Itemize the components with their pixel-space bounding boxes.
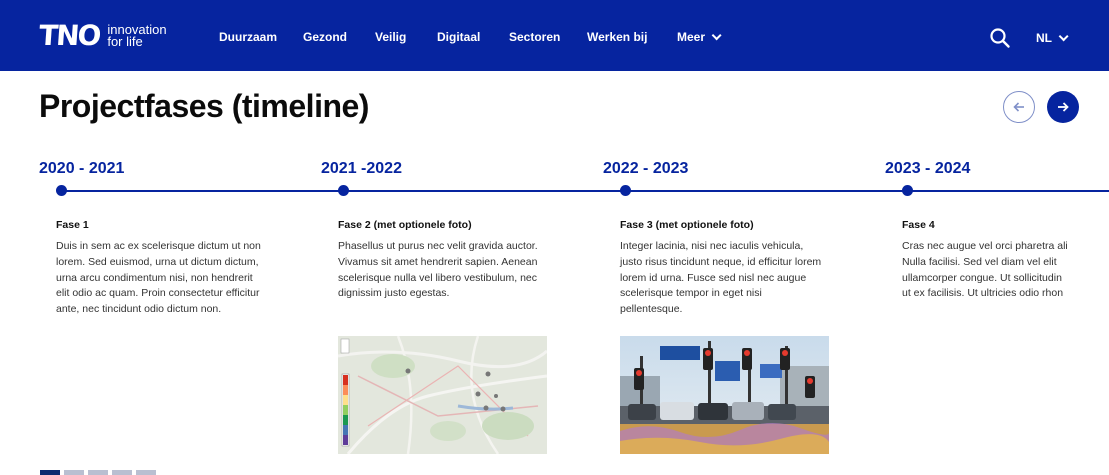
phase-title: Fase 1 xyxy=(56,219,89,231)
phase-description: Duis in sem ac ex scelerisque dictum ut … xyxy=(56,240,261,316)
timeline-year: 2020 - 2021 xyxy=(39,160,125,177)
language-label: NL xyxy=(1036,31,1052,45)
timeline-dot xyxy=(338,185,349,196)
timeline-item-4: 2023 - 2024 Fase 4 Cras nec augue vel or… xyxy=(885,160,1100,299)
phase-image-heatmap-map xyxy=(338,336,547,454)
pagination-dot-5[interactable] xyxy=(136,470,156,475)
phase-image-traffic-lights xyxy=(620,336,829,454)
nav-item-meer[interactable]: Meer xyxy=(677,30,722,44)
phase-description-line: Nulla facilisi. Sed vel diam vel elit xyxy=(902,255,1057,268)
nav-item-veilig[interactable]: Veilig xyxy=(375,30,406,44)
pagination-dot-1[interactable] xyxy=(40,470,60,475)
search-button[interactable] xyxy=(989,27,1011,49)
nav-label: Werken bij xyxy=(587,30,648,44)
phase-title: Fase 4 xyxy=(902,219,935,231)
nav-label: Gezond xyxy=(303,30,347,44)
phase-title: Fase 3 (met optionele foto) xyxy=(620,219,754,231)
page-title: Projectfases (timeline) xyxy=(39,88,369,124)
main-nav: Duurzaam Gezond Veilig Digitaal Sectoren… xyxy=(0,30,1109,50)
language-selector[interactable]: NL xyxy=(1036,31,1069,45)
nav-label: Veilig xyxy=(375,30,407,44)
timeline-year: 2023 - 2024 xyxy=(885,160,971,177)
timeline-year: 2022 - 2023 xyxy=(603,160,689,177)
nav-item-sectoren[interactable]: Sectoren xyxy=(509,30,560,44)
nav-item-werken-bij[interactable]: Werken bij xyxy=(587,30,647,44)
nav-label: Meer xyxy=(677,30,706,44)
phase-description-line: ullamcorper congue. Ut sollicitudin xyxy=(902,271,1062,284)
phase-description: Phasellus ut purus nec velit gravida auc… xyxy=(338,240,538,300)
phase-description: Integer lacinia, nisi nec iaculis vehicu… xyxy=(620,240,822,316)
arrow-left-icon xyxy=(1013,102,1024,112)
nav-item-digitaal[interactable]: Digitaal xyxy=(437,30,480,44)
site-header: TNO innovation for life Duurzaam Gezond … xyxy=(0,0,1109,71)
phase-description: Cras nec augue vel orci pharetra ali Nul… xyxy=(902,239,1097,302)
timeline-item-3: 2022 - 2023 Fase 3 (met optionele foto) … xyxy=(603,160,829,454)
timeline-line xyxy=(60,190,1109,192)
timeline-dot xyxy=(620,185,631,196)
search-icon xyxy=(990,28,1010,48)
nav-label: Digitaal xyxy=(437,30,481,44)
pagination-dot-2[interactable] xyxy=(64,470,84,475)
timeline-item-1: 2020 - 2021 Fase 1 Duis in sem ac ex sce… xyxy=(39,160,261,315)
timeline-year: 2021 -2022 xyxy=(321,160,402,177)
nav-label: Sectoren xyxy=(509,30,561,44)
timeline-next-button[interactable] xyxy=(1047,91,1079,123)
pagination-dot-3[interactable] xyxy=(88,470,108,475)
timeline-item-2: 2021 -2022 Fase 2 (met optionele foto) P… xyxy=(321,160,547,454)
nav-label: Duurzaam xyxy=(219,30,278,44)
phase-description-line: Cras nec augue vel orci pharetra ali xyxy=(902,240,1068,252)
phase-title: Fase 2 (met optionele foto) xyxy=(338,219,472,231)
traffic-lights-image xyxy=(620,336,829,454)
timeline-pagination xyxy=(40,470,156,475)
pagination-dot-4[interactable] xyxy=(112,470,132,475)
nav-item-duurzaam[interactable]: Duurzaam xyxy=(219,30,277,44)
arrow-right-icon xyxy=(1058,102,1069,112)
timeline-dot xyxy=(56,185,67,196)
chevron-down-icon xyxy=(711,30,722,41)
timeline-dot xyxy=(902,185,913,196)
phase-description-line: ut ex facilisis. Ut ultricies odio rhon xyxy=(902,287,1064,300)
heatmap-map-image xyxy=(338,336,547,454)
timeline-prev-button[interactable] xyxy=(1003,91,1035,123)
nav-item-gezond[interactable]: Gezond xyxy=(303,30,347,44)
